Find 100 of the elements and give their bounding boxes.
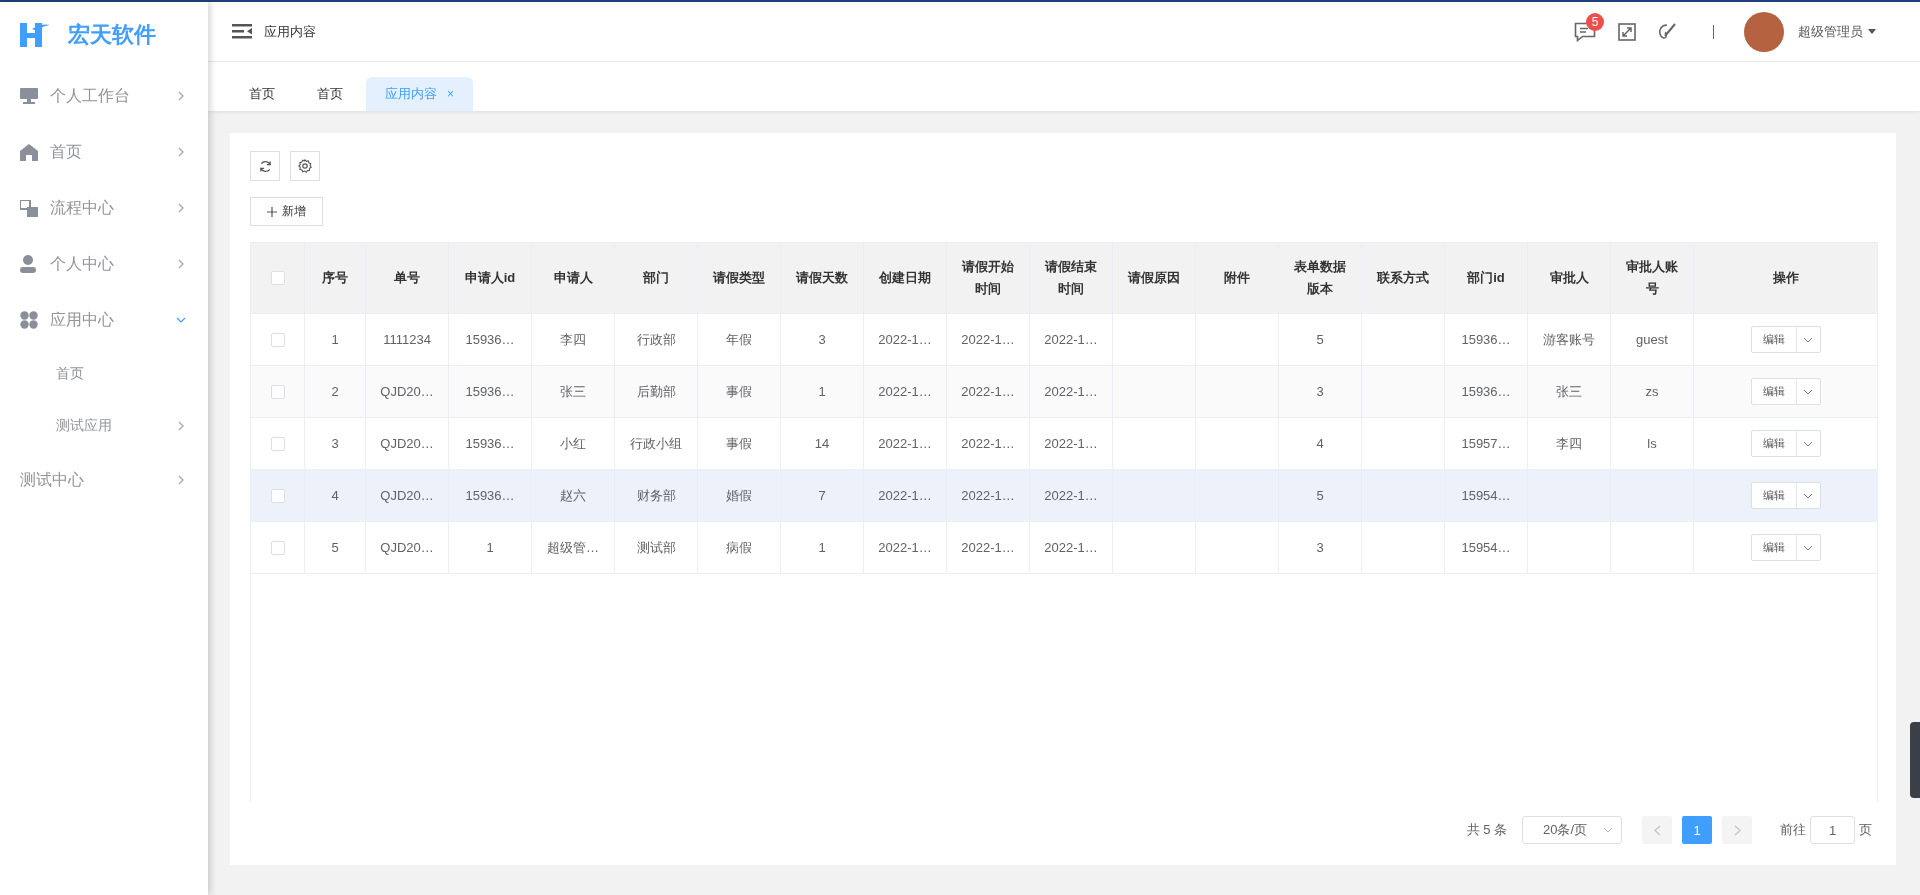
previous-page-button[interactable] [1642, 816, 1672, 844]
column-header: 序号 [322, 269, 348, 287]
caret-icon [1868, 29, 1876, 34]
table-cell: 15936… [1461, 332, 1511, 347]
table-cell: 李四 [560, 330, 586, 349]
row-checkbox[interactable] [270, 384, 285, 399]
table-cell: 2022-1… [878, 384, 932, 399]
table-cell: 15936… [465, 384, 515, 399]
total-count: 共 5 条 [1466, 821, 1507, 839]
row-checkbox[interactable] [270, 436, 285, 451]
table-cell: QJD20… [380, 540, 434, 555]
page-input[interactable]: 1 [1810, 816, 1855, 844]
chevron-left-icon [1653, 824, 1661, 836]
table-cell: 15954… [1461, 488, 1511, 503]
table-cell: 2022-1… [1044, 384, 1098, 399]
refresh-icon [258, 159, 272, 173]
brand-name: 宏天软件 [68, 21, 156, 49]
sidebar-subitem[interactable]: 测试应用 [0, 400, 208, 452]
dropdown-caret-icon [1603, 827, 1613, 833]
row-checkbox[interactable] [270, 540, 285, 555]
refresh-button[interactable] [250, 151, 280, 181]
table-cell: QJD20… [380, 436, 434, 451]
sidebar-item[interactable]: 测试中心 [0, 452, 208, 508]
edit-split-button[interactable]: 编辑 [1750, 534, 1821, 561]
page-size-select[interactable]: 20条/页 [1522, 816, 1622, 844]
column-header: 部门 [643, 269, 669, 287]
table-cell: 15936… [1461, 384, 1511, 399]
column-header: 请假原因 [1128, 269, 1180, 287]
column-header: 审批人 [1549, 269, 1589, 287]
settings-icon [298, 159, 312, 173]
table-cell: 财务部 [636, 486, 676, 505]
table-cell: ls [1647, 436, 1657, 451]
sidebar-item[interactable]: 个人工作台 [0, 68, 208, 124]
sidebar-subitem[interactable]: 首页 [0, 348, 208, 400]
column-header: 请假开始时间 [960, 258, 1015, 298]
table-cell: 婚假 [726, 486, 752, 505]
table-cell: guest [1636, 332, 1668, 347]
dropdown-caret-icon [1803, 336, 1813, 343]
table-cell: 5 [331, 540, 339, 555]
dropdown-caret-icon [1803, 492, 1813, 499]
table-cell: 行政小组 [630, 434, 682, 453]
select-all-checkbox[interactable] [270, 271, 285, 285]
table-cell: 1 [331, 332, 339, 347]
monitor-icon [20, 88, 38, 104]
edit-split-button[interactable]: 编辑 [1750, 482, 1821, 509]
row-checkbox[interactable] [270, 488, 285, 503]
goto-label: 前往 [1780, 821, 1806, 839]
logo-icon [20, 21, 50, 49]
next-page-button[interactable] [1722, 816, 1752, 844]
table-cell: 2022-1… [1044, 540, 1098, 555]
table-cell: 2022-1… [1044, 488, 1098, 503]
menu-toggle-icon[interactable] [232, 24, 252, 39]
table-cell: 2022-1… [878, 488, 932, 503]
table-cell: 5 [1316, 488, 1324, 503]
settings-button[interactable] [290, 151, 320, 181]
plus-icon [267, 206, 277, 217]
table-cell: 事假 [726, 382, 752, 401]
table-cell: 后勤部 [636, 382, 676, 401]
edit-split-button[interactable]: 编辑 [1750, 326, 1821, 353]
table-cell: 1111234 [383, 332, 431, 347]
flow-icon [20, 199, 38, 217]
column-header: 请假类型 [713, 269, 765, 287]
table-cell: zs [1645, 384, 1659, 399]
sidebar-item[interactable]: 首页 [0, 124, 208, 180]
table-cell: 4 [331, 488, 339, 503]
column-header: 表单数据版本 [1293, 258, 1347, 298]
dropdown-caret-icon [1803, 388, 1813, 395]
column-header: 操作 [1772, 269, 1799, 287]
user-menu[interactable]: 超级管理员 [1798, 22, 1876, 41]
sidebar-item[interactable]: 流程中心 [0, 180, 208, 236]
table-cell: 15954… [1461, 540, 1511, 555]
table-cell: 2022-1… [961, 540, 1015, 555]
sidebar-item[interactable]: 应用中心 [0, 292, 208, 348]
table-cell: 1 [486, 540, 494, 555]
apps-icon [20, 311, 38, 329]
column-header: 联系方式 [1377, 269, 1429, 287]
page-unit-label: 页 [1859, 821, 1872, 839]
add-button[interactable]: 新增 [250, 197, 323, 226]
column-header: 部门id [1467, 269, 1505, 287]
table-cell: 事假 [726, 434, 752, 453]
edit-split-button[interactable]: 编辑 [1750, 430, 1821, 457]
page-tab[interactable]: 首页 [230, 77, 294, 111]
fullscreen-icon[interactable] [1618, 22, 1636, 41]
table-cell: 4 [1316, 436, 1324, 451]
edit-split-button[interactable]: 编辑 [1750, 378, 1821, 405]
table-cell: 李四 [1556, 434, 1582, 453]
table-cell: 2022-1… [961, 332, 1015, 347]
table-cell: 超级管… [547, 538, 599, 557]
row-checkbox[interactable] [270, 332, 285, 347]
sidebar-item[interactable]: 个人中心 [0, 236, 208, 292]
table-cell: 行政部 [636, 330, 676, 349]
column-header: 申请人 [553, 269, 593, 287]
table-cell: 3 [1316, 540, 1324, 555]
avatar[interactable] [1744, 11, 1784, 52]
table-cell: 15936… [465, 332, 515, 347]
table-cell: 5 [1316, 332, 1324, 347]
page-tab[interactable]: 首页 [298, 77, 362, 111]
table-cell: 1 [818, 384, 826, 399]
table-cell: 小红 [560, 434, 586, 453]
table-cell: 14 [814, 436, 830, 451]
